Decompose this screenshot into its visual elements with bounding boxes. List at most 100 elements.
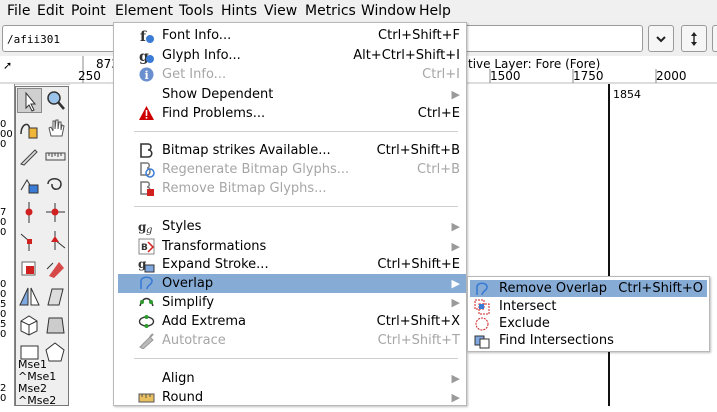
round-icon — [138, 389, 155, 406]
scale-tool-icon[interactable] — [43, 172, 68, 197]
vruler-tick: 0 — [0, 139, 7, 150]
menu-item-get-info[interactable]: i Get Info... Ctrl+I — [114, 65, 466, 84]
overlap-icon — [138, 275, 155, 292]
freehand-tool-icon[interactable] — [17, 116, 42, 141]
ruler-corner-arrow: ➚ — [3, 59, 13, 72]
menu-tools[interactable]: Tools — [179, 2, 214, 20]
menu-item-expand-stroke[interactable]: g Expand Stroke... Ctrl+Shift+E — [114, 255, 466, 274]
warning-icon — [138, 105, 155, 122]
vruler-tick: 0 — [0, 393, 7, 404]
spiro-tool-icon[interactable] — [43, 256, 68, 281]
curve-point-tool-icon[interactable] — [17, 200, 42, 225]
menu-view[interactable]: View — [264, 2, 297, 20]
vertical-ruler: 0 00 0 7 0 0 0 0 5 0 5 0 2 0 — [0, 84, 15, 406]
submenu-arrow-icon: ▶ — [451, 372, 460, 385]
menu-item-overlap[interactable]: Overlap ▶ — [118, 274, 466, 293]
submenu-item-intersect[interactable]: Intersect — [470, 298, 707, 315]
ruler-tool-icon[interactable] — [43, 144, 68, 169]
advance-width-line[interactable] — [608, 84, 610, 406]
submenu-arrow-icon: ▶ — [451, 277, 460, 290]
submenu-arrow-icon: ▶ — [451, 88, 460, 101]
menu-item-transformations[interactable]: B Transformations ▶ — [114, 237, 466, 256]
menu-element[interactable]: Element — [115, 2, 173, 20]
submenu-item-find-intersections[interactable]: Find Intersections — [470, 332, 707, 349]
menu-item-bitmap-strikes[interactable]: Bitmap strikes Available... Ctrl+Shift+B — [114, 141, 466, 160]
menu-point[interactable]: Point — [71, 2, 106, 20]
menu-separator — [134, 358, 458, 359]
ruler-tick: 250 — [78, 69, 101, 83]
menu-item-regenerate-bitmap[interactable]: Regenerate Bitmap Glyphs... Ctrl+B — [114, 160, 466, 179]
advance-width-label: 1854 — [613, 88, 641, 101]
autotrace-icon — [138, 332, 155, 350]
menu-item-align[interactable]: Align ▶ — [114, 369, 466, 388]
submenu-item-exclude[interactable]: Exclude — [470, 315, 707, 332]
partial-button[interactable] — [712, 25, 717, 52]
glyph-info-icon: g — [138, 47, 155, 65]
menu-item-show-dependent[interactable]: Show Dependent ▶ — [114, 85, 466, 104]
vruler-tick: 0 — [0, 329, 7, 340]
menu-item-find-problems[interactable]: Find Problems... Ctrl+E — [114, 104, 466, 123]
menu-help[interactable]: Help — [419, 2, 451, 20]
submenu-arrow-icon: ▶ — [451, 391, 460, 404]
menu-item-autotrace[interactable]: Autotrace Ctrl+Shift+T — [114, 331, 466, 350]
magnify-tool-icon[interactable] — [43, 88, 68, 113]
menu-item-glyph-info[interactable]: g Glyph Info... Alt+Ctrl+Shift+I — [114, 46, 466, 65]
svg-text:f: f — [140, 29, 147, 44]
element-menu: f Font Info... Ctrl+Shift+F g Glyph Info… — [113, 22, 467, 406]
ruler-tick: 1500 — [490, 69, 521, 83]
menu-item-round[interactable]: Round ▶ — [114, 388, 466, 407]
menu-metrics[interactable]: Metrics — [305, 2, 356, 20]
menu-item-styles[interactable]: gg Styles ▶ — [114, 217, 466, 236]
ruler-tick: 2000 — [656, 69, 687, 83]
menu-separator — [134, 206, 458, 207]
pen-tool-icon[interactable] — [17, 256, 42, 281]
expand-stroke-icon: g — [138, 256, 155, 273]
overlap-submenu: Remove Overlap Ctrl+Shift+O Intersect Ex… — [467, 276, 710, 352]
regenerate-bitmap-icon — [138, 161, 155, 178]
bitmap-strikes-icon — [138, 142, 155, 159]
font-info-icon: f — [138, 27, 155, 45]
corner-point-tool-icon[interactable] — [17, 228, 42, 253]
menu-item-simplify[interactable]: Simplify ▶ — [114, 293, 466, 312]
active-layer-label: tive Layer: Fore (Fore) — [468, 57, 601, 71]
menu-item-font-info[interactable]: f Font Info... Ctrl+Shift+F — [114, 26, 466, 45]
submenu-arrow-icon: ▶ — [451, 220, 460, 233]
menu-item-remove-bitmap[interactable]: Remove Bitmap Glyphs... — [114, 179, 466, 198]
transformations-icon: B — [138, 238, 155, 255]
menu-file[interactable]: File — [7, 2, 30, 20]
svg-text:B: B — [141, 243, 148, 253]
find-intersections-icon — [474, 333, 490, 349]
hand-tool-icon[interactable] — [43, 116, 68, 141]
intersect-icon — [474, 299, 490, 315]
svg-text:i: i — [145, 69, 149, 82]
menubar: File Edit Point Element Tools Hints View… — [0, 0, 717, 23]
knife-tool-icon[interactable] — [17, 144, 42, 169]
submenu-arrow-icon: ▶ — [451, 240, 460, 253]
tool-palette: Mse1 ^Mse1 Mse2 ^Mse2 — [15, 86, 69, 407]
lock-point-tool-icon[interactable] — [17, 172, 42, 197]
add-extrema-icon — [138, 313, 155, 330]
menu-item-add-extrema[interactable]: Add Extrema Ctrl+Shift+X — [114, 312, 466, 331]
pointer-tool-icon[interactable] — [17, 88, 42, 113]
hv-curve-tool-icon[interactable] — [43, 200, 68, 225]
mouse-modifier-label: ^Mse2 — [18, 394, 57, 407]
rotate-3d-tool-icon[interactable] — [17, 312, 42, 337]
menu-hints[interactable]: Hints — [221, 2, 257, 20]
menu-edit[interactable]: Edit — [37, 2, 64, 20]
submenu-arrow-icon: ▶ — [451, 296, 460, 309]
menu-window[interactable]: Window — [361, 2, 416, 20]
styles-icon: gg — [138, 218, 155, 236]
ruler-tick: 1750 — [573, 69, 604, 83]
submenu-item-remove-overlap[interactable]: Remove Overlap Ctrl+Shift+O — [470, 280, 707, 297]
skew-tool-icon[interactable] — [43, 284, 68, 309]
flip-tool-icon[interactable] — [17, 284, 42, 309]
up-down-arrows-icon[interactable] — [681, 25, 707, 52]
tangent-point-tool-icon[interactable] — [43, 228, 68, 253]
vruler-tick: 0 — [0, 227, 7, 238]
chevron-down-icon[interactable] — [648, 25, 674, 52]
simplify-icon — [138, 294, 155, 311]
menu-separator — [134, 131, 458, 132]
info-icon: i — [138, 66, 155, 83]
remove-overlap-icon — [474, 281, 490, 297]
perspective-tool-icon[interactable] — [43, 312, 68, 337]
